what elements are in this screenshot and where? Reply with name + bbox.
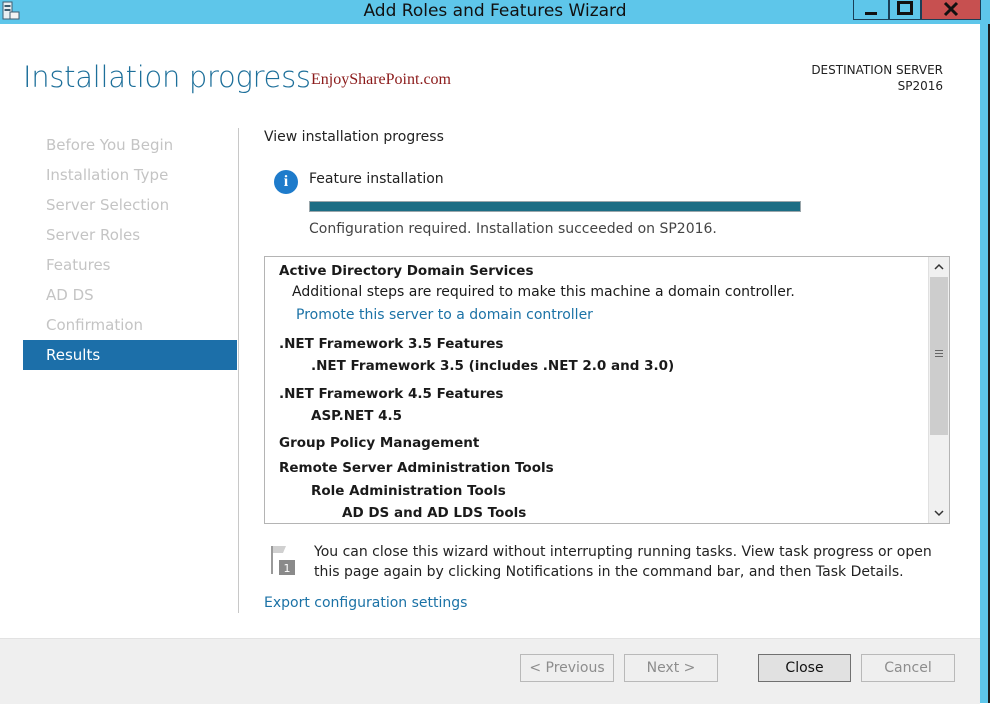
nav-item-confirmation[interactable]: Confirmation xyxy=(23,310,237,340)
result-item: Additional steps are required to make th… xyxy=(292,284,795,300)
nav-item-installation-type[interactable]: Installation Type xyxy=(23,160,237,190)
nav-divider xyxy=(238,128,239,613)
promote-domain-controller-link[interactable]: Promote this server to a domain controll… xyxy=(296,307,593,323)
installation-status: Configuration required. Installation suc… xyxy=(309,221,717,237)
notification-badge: 1 xyxy=(284,562,291,575)
maximize-button[interactable] xyxy=(889,0,921,20)
feature-installation-label: Feature installation xyxy=(309,171,444,187)
close-wizard-note: You can close this wizard without interr… xyxy=(314,544,932,580)
nav-item-before-you-begin[interactable]: Before You Begin xyxy=(23,130,237,160)
result-item: Group Policy Management xyxy=(279,435,480,451)
maximize-icon xyxy=(897,1,913,15)
installation-progress-bar xyxy=(309,201,801,212)
section-heading: View installation progress xyxy=(264,129,444,145)
scroll-up-icon[interactable] xyxy=(929,258,949,276)
results-scrollbar[interactable] xyxy=(928,257,949,523)
close-icon xyxy=(943,1,959,17)
nav-item-server-roles[interactable]: Server Roles xyxy=(23,220,237,250)
notification-flag-icon: 1 xyxy=(271,546,295,575)
results-list[interactable]: Active Directory Domain Services Additio… xyxy=(264,256,950,524)
cancel-button[interactable]: Cancel xyxy=(861,654,955,682)
destination-server: DESTINATION SERVER SP2016 xyxy=(811,62,943,94)
wizard-footer: < Previous Next > Close Cancel xyxy=(0,638,980,704)
window-frame-right xyxy=(980,24,990,703)
window-title: Add Roles and Features Wizard xyxy=(363,1,627,21)
nav-item-features[interactable]: Features xyxy=(23,250,237,280)
export-configuration-link[interactable]: Export configuration settings xyxy=(264,595,467,611)
scroll-thumb[interactable] xyxy=(930,277,948,435)
result-item: .NET Framework 3.5 (includes .NET 2.0 an… xyxy=(311,358,675,374)
title-bar: Add Roles and Features Wizard xyxy=(0,0,990,24)
minimize-icon xyxy=(865,12,877,15)
nav-item-results[interactable]: Results xyxy=(23,340,237,370)
result-item: Active Directory Domain Services xyxy=(279,263,534,279)
result-item: .NET Framework 3.5 Features xyxy=(279,336,504,352)
result-item: ASP.NET 4.5 xyxy=(311,408,403,424)
previous-button[interactable]: < Previous xyxy=(520,654,614,682)
destination-label: DESTINATION SERVER xyxy=(811,63,943,77)
result-item: Role Administration Tools xyxy=(311,483,506,499)
watermark-text: EnjoySharePoint.com xyxy=(311,71,451,88)
info-icon: i xyxy=(274,170,298,194)
scroll-down-icon[interactable] xyxy=(929,504,949,522)
close-window-button[interactable] xyxy=(921,0,981,20)
result-item: .NET Framework 4.5 Features xyxy=(279,386,504,402)
grip-icon xyxy=(935,350,943,358)
destination-name: SP2016 xyxy=(897,79,943,93)
wizard-nav: Before You Begin Installation Type Serve… xyxy=(23,130,237,370)
progress-fill xyxy=(310,202,800,211)
result-item: Remote Server Administration Tools xyxy=(279,460,554,476)
next-button[interactable]: Next > xyxy=(624,654,718,682)
minimize-button[interactable] xyxy=(853,0,889,20)
result-item: AD DS and AD LDS Tools xyxy=(342,505,527,521)
nav-item-ad-ds[interactable]: AD DS xyxy=(23,280,237,310)
close-button[interactable]: Close xyxy=(758,654,851,682)
page-title: Installation progress xyxy=(23,60,311,94)
nav-item-server-selection[interactable]: Server Selection xyxy=(23,190,237,220)
